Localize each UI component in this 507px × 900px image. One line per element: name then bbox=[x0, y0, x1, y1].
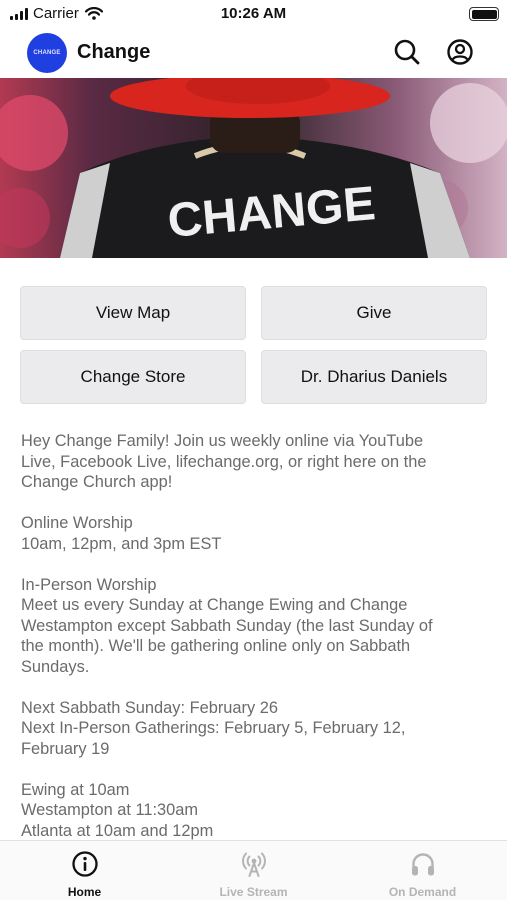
text-line: Hey Change Family! Join us weekly online… bbox=[21, 432, 424, 450]
view-map-button[interactable]: View Map bbox=[20, 286, 246, 340]
page-title: Change bbox=[77, 41, 151, 63]
text-line: Next Sabbath Sunday: February 26 bbox=[21, 698, 278, 717]
info-icon bbox=[71, 851, 98, 877]
text-line: Live, Facebook Live, lifechange.org, or … bbox=[21, 452, 427, 471]
text-line: In-Person Worship bbox=[21, 575, 157, 594]
search-button[interactable] bbox=[392, 37, 422, 67]
text-line: Meet us every Sunday at Change Ewing and… bbox=[21, 596, 408, 614]
app-logo: CHANGE bbox=[27, 33, 67, 73]
text-line: Atlanta at 10am and 12pm bbox=[21, 821, 214, 840]
text-line: Change Church app! bbox=[21, 473, 173, 491]
in-person-worship-paragraph: In-Person Worship Meet us every Sunday a… bbox=[21, 575, 487, 678]
tab-label: Live Stream bbox=[219, 885, 288, 899]
battery-icon bbox=[469, 7, 499, 21]
tab-live-stream[interactable]: Live Stream bbox=[169, 841, 338, 900]
give-button[interactable]: Give bbox=[261, 286, 487, 340]
text-line: Westampton at 11:30am bbox=[21, 801, 199, 819]
tab-bar: Home Live Stream On Demand bbox=[0, 840, 507, 900]
tab-on-demand[interactable]: On Demand bbox=[338, 841, 507, 900]
dates-paragraph: Next Sabbath Sunday: February 26 Next In… bbox=[21, 698, 487, 760]
text-line: 10am, 12pm, and 3pm EST bbox=[21, 534, 222, 553]
change-store-button[interactable]: Change Store bbox=[20, 350, 246, 404]
content-text: Hey Change Family! Join us weekly online… bbox=[21, 431, 487, 841]
pastor-button[interactable]: Dr. Dharius Daniels bbox=[261, 350, 487, 404]
status-bar: Carrier 10:26 AM bbox=[0, 0, 507, 28]
text-line: the month). We'll be gathering online on… bbox=[21, 637, 411, 655]
tab-label: On Demand bbox=[388, 885, 457, 899]
headphones-icon bbox=[411, 853, 434, 876]
app-header: CHANGE Change bbox=[0, 28, 507, 78]
intro-paragraph: Hey Change Family! Join us weekly online… bbox=[21, 431, 487, 493]
tab-home[interactable]: Home bbox=[0, 841, 169, 900]
text-line: Ewing at 10am bbox=[21, 780, 130, 799]
action-buttons: View Map Give Change Store Dr. Dharius D… bbox=[20, 286, 488, 404]
text-line: Online Worship bbox=[21, 514, 133, 532]
text-line: Westampton except Sabbath Sunday (the la… bbox=[21, 616, 433, 635]
text-line: Next In-Person Gatherings: February 5, F… bbox=[21, 719, 406, 737]
tab-label: Home bbox=[67, 885, 102, 899]
online-worship-paragraph: Online Worship 10am, 12pm, and 3pm EST bbox=[21, 513, 487, 554]
text-line: February 19 bbox=[21, 739, 110, 758]
text-line: Sundays. bbox=[21, 657, 90, 676]
broadcast-icon bbox=[241, 852, 266, 877]
locations-paragraph: Ewing at 10am Westampton at 11:30am Atla… bbox=[21, 780, 487, 842]
status-time: 10:26 AM bbox=[220, 5, 287, 22]
hero-image: CHANGE bbox=[0, 78, 507, 258]
account-button[interactable] bbox=[445, 37, 475, 67]
account-icon bbox=[447, 39, 473, 65]
search-icon bbox=[394, 39, 420, 65]
logo-text: CHANGE bbox=[33, 50, 61, 56]
